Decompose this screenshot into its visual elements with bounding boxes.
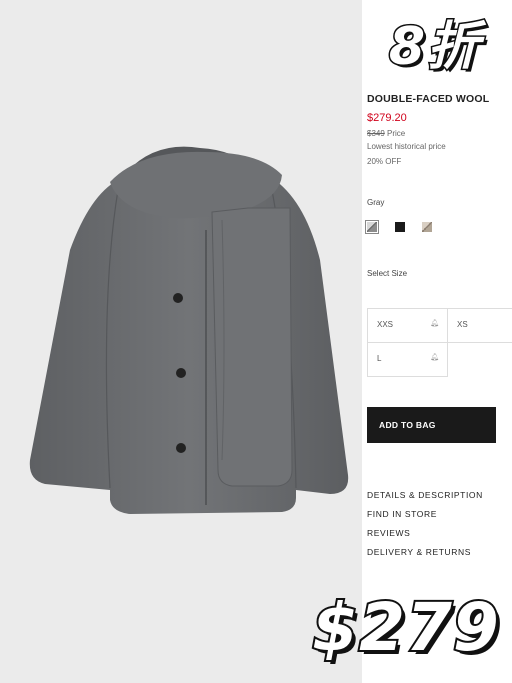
size-option-xs[interactable]: XS [448,309,512,343]
swatch-gray[interactable] [365,220,379,234]
original-price-row: $349 Price [367,129,405,138]
reviews-link[interactable]: REVIEWS [367,528,410,538]
size-option-xxs[interactable]: XXS 🔔︎ [367,309,448,343]
product-photo [0,0,362,683]
size-option-l[interactable]: L 🔔︎ [367,343,448,377]
color-label: Gray [367,198,385,207]
notify-bell-icon: 🔔︎ [430,320,439,327]
add-to-bag-button[interactable]: ADD TO BAG [367,407,496,443]
delivery-returns-link[interactable]: DELIVERY & RETURNS [367,547,471,557]
discount-sticker: 8折 [387,16,482,79]
lowest-price-note: Lowest historical price [367,142,446,151]
original-price: $349 [367,129,385,138]
original-price-suffix: Price [387,129,406,138]
product-title: DOUBLE-FACED WOOL [367,93,490,105]
discount-percent: 20% OFF [367,157,402,166]
details-link[interactable]: DETAILS & DESCRIPTION [367,490,483,500]
swatch-black[interactable] [395,222,405,232]
current-price: $279.20 [367,112,407,124]
find-in-store-link[interactable]: FIND IN STORE [367,509,437,519]
size-grid: XXS 🔔︎ XS L 🔔︎ [367,308,512,378]
size-option-label: L [377,354,382,363]
swatch-beige[interactable] [422,222,432,232]
price-sticker: $279 [310,587,501,668]
size-option-label: XXS [377,320,394,329]
notify-bell-icon: 🔔︎ [430,354,439,361]
size-label: Select Size [367,269,408,278]
size-option-label: XS [457,320,468,329]
